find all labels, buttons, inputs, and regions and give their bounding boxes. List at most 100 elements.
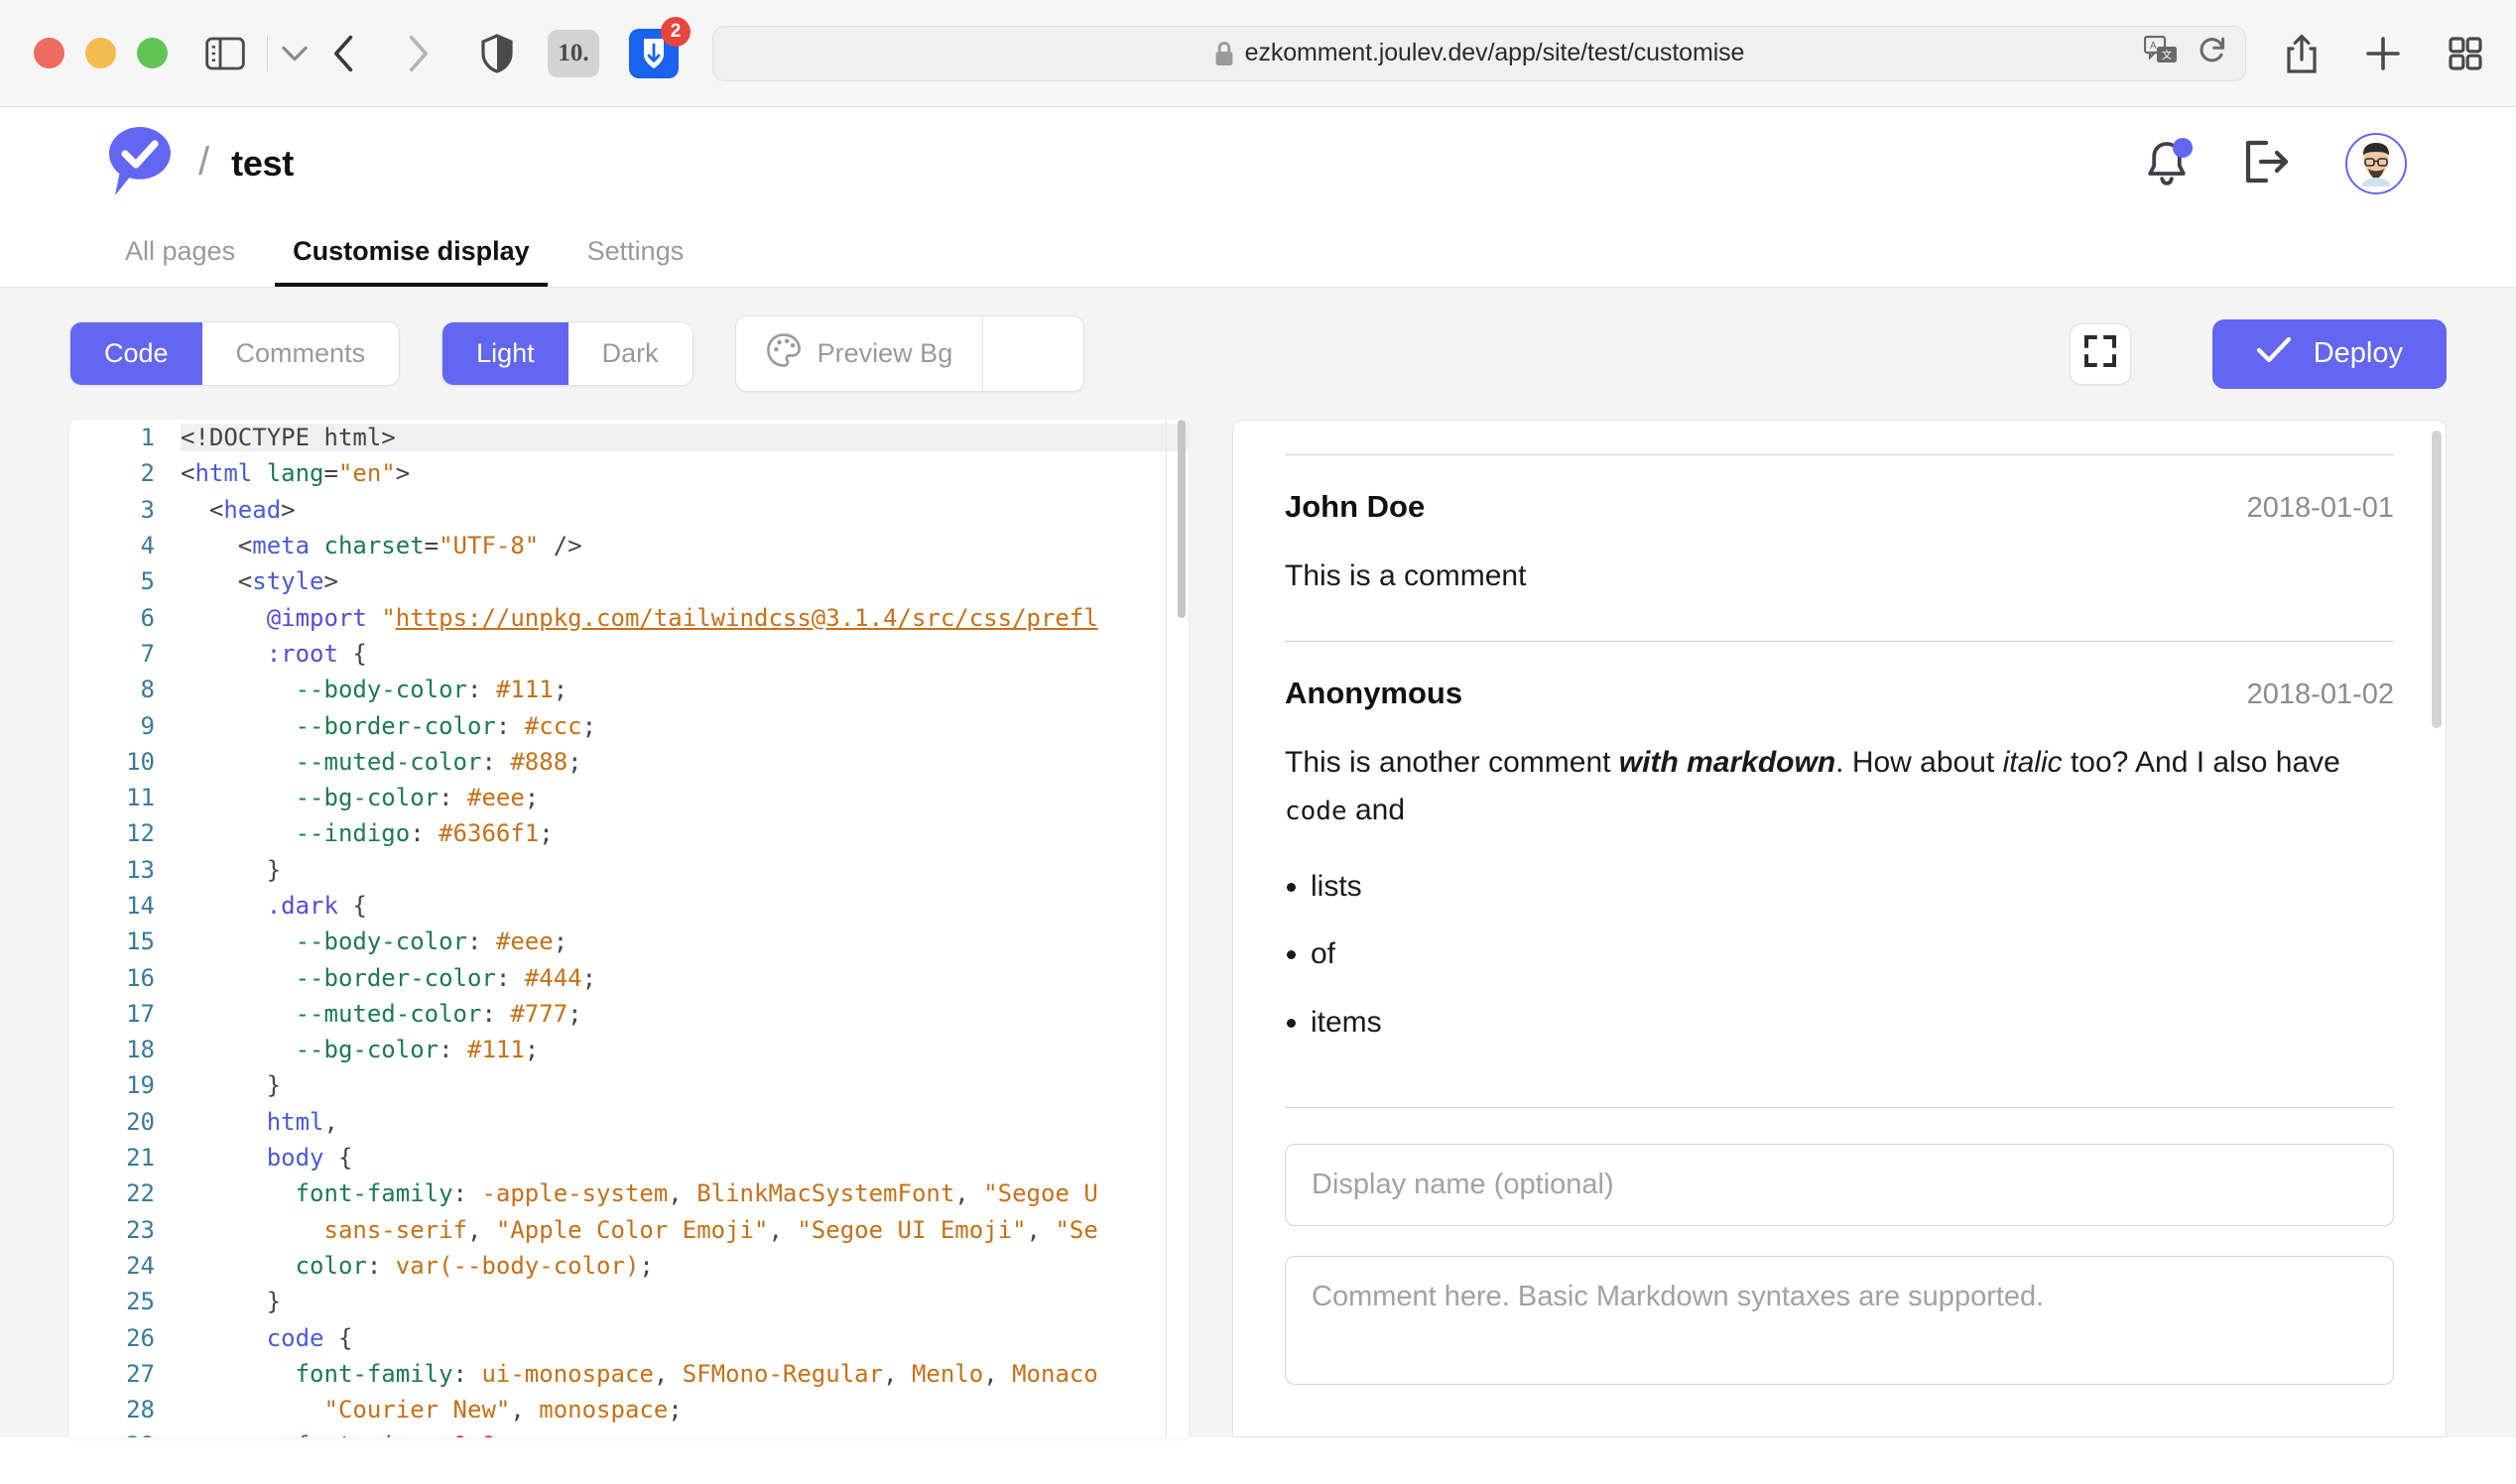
segment-code[interactable]: Code (70, 322, 202, 385)
code-line[interactable]: 20 html, (69, 1104, 1189, 1140)
code-line-text[interactable]: code { (181, 1324, 1189, 1352)
preview-vertical-scrollbar[interactable] (2432, 431, 2442, 728)
code-line[interactable]: 19 } (69, 1067, 1189, 1103)
code-line-text[interactable]: } (181, 856, 1189, 884)
code-line[interactable]: 28 "Courier New", monospace; (69, 1392, 1189, 1427)
code-line-text[interactable]: .dark { (181, 892, 1189, 920)
code-line-text[interactable]: --bg-color: #111; (181, 1036, 1189, 1063)
code-line[interactable]: 9 --border-color: #ccc; (69, 707, 1189, 743)
ezkomment-logo-icon[interactable] (107, 125, 173, 203)
code-line[interactable]: 15 --body-color: #eee; (69, 924, 1189, 959)
display-name-input[interactable] (1285, 1144, 2394, 1226)
code-line[interactable]: 12 --indigo: #6366f1; (69, 815, 1189, 851)
code-line-text[interactable]: <head> (181, 496, 1189, 524)
reload-icon[interactable] (2198, 36, 2227, 70)
code-line-text[interactable]: --border-color: #ccc; (181, 712, 1189, 740)
code-line[interactable]: 22 font-family: -apple-system, BlinkMacS… (69, 1175, 1189, 1211)
share-icon[interactable] (2286, 34, 2318, 73)
comment-textarea[interactable] (1285, 1256, 2394, 1385)
code-line-text[interactable]: font-size: 0.9rem; (181, 1431, 1189, 1437)
code-line[interactable]: 5 <style> (69, 563, 1189, 599)
segment-comments[interactable]: Comments (202, 322, 400, 385)
code-line[interactable]: 29 font-size: 0.9rem; (69, 1427, 1189, 1437)
code-line-text[interactable]: :root { (181, 640, 1189, 668)
extension-icon-1[interactable]: 10. (548, 30, 599, 77)
code-line[interactable]: 25 } (69, 1284, 1189, 1319)
editor-scrollbar-thumb[interactable] (1178, 420, 1186, 618)
code-line[interactable]: 2<html lang="en"> (69, 455, 1189, 491)
code-line-text[interactable]: "Courier New", monospace; (181, 1396, 1189, 1423)
code-line-text[interactable]: } (181, 1071, 1189, 1099)
code-line-text[interactable]: <meta charset="UTF-8" /> (181, 532, 1189, 559)
code-line[interactable]: 4 <meta charset="UTF-8" /> (69, 528, 1189, 563)
code-editor-pane[interactable]: 1<!DOCTYPE html>2<html lang="en">3 <head… (69, 420, 1189, 1437)
segment-dark[interactable]: Dark (568, 322, 692, 385)
code-line-text[interactable]: <!DOCTYPE html> (181, 424, 1189, 451)
code-line[interactable]: 13 } (69, 852, 1189, 888)
code-line-text[interactable]: --indigo: #6366f1; (181, 819, 1189, 847)
preview-bg-control[interactable]: Preview Bg (735, 315, 1085, 392)
brand-area[interactable]: / test (107, 125, 294, 203)
code-line[interactable]: 11 --bg-color: #eee; (69, 780, 1189, 815)
deploy-button[interactable]: Deploy (2212, 319, 2447, 389)
code-line[interactable]: 24 color: var(--body-color); (69, 1248, 1189, 1284)
logout-button[interactable] (2244, 139, 2290, 189)
code-line-text[interactable]: color: var(--body-color); (181, 1252, 1189, 1280)
close-window-button[interactable] (34, 38, 64, 68)
segment-light[interactable]: Light (442, 322, 568, 385)
code-line-text[interactable]: @import "https://unpkg.com/tailwindcss@3… (181, 604, 1189, 632)
code-line-text[interactable]: --body-color: #111; (181, 676, 1189, 703)
code-line-text[interactable]: } (181, 1288, 1189, 1315)
plus-icon[interactable] (2365, 36, 2401, 71)
code-line[interactable]: 1<!DOCTYPE html> (69, 420, 1189, 455)
sidebar-toggle-icon[interactable] (205, 37, 245, 70)
tab-customise-display[interactable]: Customise display (275, 236, 548, 287)
editor-vertical-scrollbar[interactable] (1167, 420, 1189, 1437)
code-line[interactable]: 3 <head> (69, 492, 1189, 528)
code-line[interactable]: 27 font-family: ui-monospace, SFMono-Reg… (69, 1356, 1189, 1392)
address-bar[interactable]: ezkomment.joulev.dev/app/site/test/custo… (712, 26, 2246, 81)
code-editor-scroll[interactable]: 1<!DOCTYPE html>2<html lang="en">3 <head… (69, 420, 1189, 1437)
section-tabs: All pages Customise display Settings (0, 220, 2516, 288)
tab-all-pages[interactable]: All pages (107, 236, 253, 287)
window-traffic-lights[interactable] (34, 38, 168, 68)
code-line[interactable]: 16 --border-color: #444; (69, 959, 1189, 995)
code-line-text[interactable]: sans-serif, "Apple Color Emoji", "Segoe … (181, 1216, 1189, 1244)
shield-icon[interactable] (480, 34, 514, 73)
translate-icon[interactable]: A文 (2144, 36, 2178, 70)
nav-forward-icon[interactable] (405, 34, 431, 73)
extension-icon-2[interactable]: 2 (629, 29, 679, 78)
chevron-down-icon[interactable] (282, 45, 308, 62)
preview-bg-color-swatch[interactable] (982, 316, 1083, 391)
code-line[interactable]: 8 --body-color: #111; (69, 672, 1189, 707)
code-line-text[interactable]: --muted-color: #888; (181, 748, 1189, 776)
nav-back-icon[interactable] (331, 34, 357, 73)
preview-bg-label-wrap[interactable]: Preview Bg (736, 316, 983, 391)
code-line-text[interactable]: --border-color: #444; (181, 964, 1189, 992)
code-line[interactable]: 6 @import "https://unpkg.com/tailwindcss… (69, 599, 1189, 635)
code-line-text[interactable]: body { (181, 1144, 1189, 1172)
code-line-text[interactable]: html, (181, 1108, 1189, 1136)
code-line[interactable]: 26 code { (69, 1319, 1189, 1355)
code-line-text[interactable]: --bg-color: #eee; (181, 784, 1189, 811)
code-line-text[interactable]: <style> (181, 567, 1189, 595)
tab-overview-icon[interactable] (2449, 37, 2482, 70)
fullscreen-button[interactable] (2070, 323, 2131, 385)
code-line[interactable]: 18 --bg-color: #111; (69, 1032, 1189, 1067)
maximize-window-button[interactable] (137, 38, 168, 68)
code-line[interactable]: 21 body { (69, 1140, 1189, 1175)
code-line-text[interactable]: font-family: -apple-system, BlinkMacSyst… (181, 1179, 1189, 1207)
code-line[interactable]: 14 .dark { (69, 888, 1189, 924)
code-line-text[interactable]: --body-color: #eee; (181, 928, 1189, 955)
code-line-text[interactable]: --muted-color: #777; (181, 1000, 1189, 1028)
code-line[interactable]: 17 --muted-color: #777; (69, 996, 1189, 1032)
code-line-text[interactable]: <html lang="en"> (181, 459, 1189, 487)
code-line[interactable]: 10 --muted-color: #888; (69, 744, 1189, 780)
notifications-button[interactable] (2145, 140, 2189, 187)
code-line[interactable]: 23 sans-serif, "Apple Color Emoji", "Seg… (69, 1212, 1189, 1248)
code-line[interactable]: 7 :root { (69, 636, 1189, 672)
tab-settings[interactable]: Settings (569, 236, 702, 287)
user-avatar[interactable] (2345, 133, 2407, 194)
minimize-window-button[interactable] (85, 38, 116, 68)
code-line-text[interactable]: font-family: ui-monospace, SFMono-Regula… (181, 1360, 1189, 1388)
